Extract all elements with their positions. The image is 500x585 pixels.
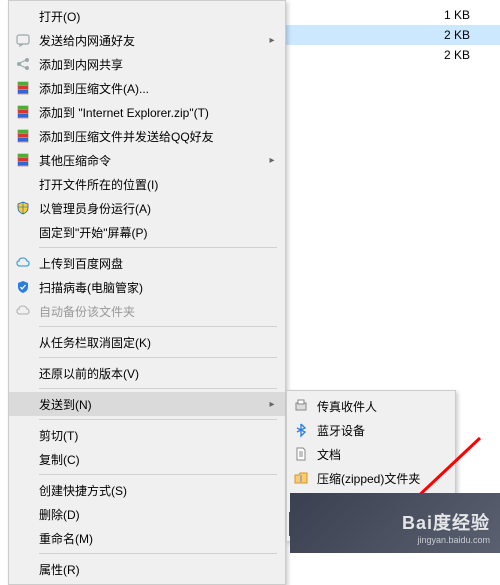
menu-label: 添加到压缩文件(A)... xyxy=(39,80,277,97)
submenu-label: 传真收件人 xyxy=(317,398,377,415)
menu-label: 还原以前的版本(V) xyxy=(39,365,277,382)
menu-send-to[interactable]: 发送到(N)▸ xyxy=(9,392,285,416)
menu-auto-backup: 自动备份该文件夹 xyxy=(9,299,285,323)
menu-copy[interactable]: 复制(C) xyxy=(9,447,285,471)
archive-icon xyxy=(13,150,33,170)
watermark: Bai度经验 jingyan.baidu.com xyxy=(402,509,490,545)
cloud-icon xyxy=(13,253,33,273)
cloud-icon xyxy=(13,301,33,321)
menu-label: 上传到百度网盘 xyxy=(39,255,277,272)
menu-separator xyxy=(39,247,277,248)
menu-label: 添加到 "Internet Explorer.zip"(T) xyxy=(39,104,277,121)
menu-open[interactable]: 打开(O) xyxy=(9,4,285,28)
menu-label: 其他压缩命令 xyxy=(39,152,267,169)
file-row[interactable]: 1 KB xyxy=(285,5,500,25)
menu-label: 添加到内网共享 xyxy=(39,56,277,73)
menu-label: 自动备份该文件夹 xyxy=(39,303,277,320)
menu-label: 从任务栏取消固定(K) xyxy=(39,334,277,351)
menu-send-lan[interactable]: 发送给内网通好友▸ xyxy=(9,28,285,52)
menu-add-lan[interactable]: 添加到内网共享 xyxy=(9,52,285,76)
submenu-fax[interactable]: 传真收件人 xyxy=(287,394,455,418)
chat-icon xyxy=(13,30,33,50)
menu-label: 发送到(N) xyxy=(39,396,267,413)
chevron-right-icon: ▸ xyxy=(267,399,277,410)
context-menu: 打开(O) 发送给内网通好友▸ 添加到内网共享 添加到压缩文件(A)... 添加… xyxy=(8,0,286,585)
menu-separator xyxy=(39,388,277,389)
watermark-sub: jingyan.baidu.com xyxy=(402,535,490,545)
menu-label: 以管理员身份运行(A) xyxy=(39,200,277,217)
menu-separator xyxy=(39,357,277,358)
file-size: 2 KB xyxy=(410,48,470,62)
submenu-label: 文档 xyxy=(317,446,341,463)
menu-separator xyxy=(39,474,277,475)
menu-label: 固定到"开始"屏幕(P) xyxy=(39,224,277,241)
bluetooth-icon xyxy=(291,420,311,440)
menu-label: 打开文件所在的位置(I) xyxy=(39,176,277,193)
menu-separator xyxy=(39,553,277,554)
menu-properties[interactable]: 属性(R) xyxy=(9,557,285,581)
archive-icon xyxy=(13,78,33,98)
menu-create-shortcut[interactable]: 创建快捷方式(S) xyxy=(9,478,285,502)
submenu-zipped[interactable]: 压缩(zipped)文件夹 xyxy=(287,466,455,490)
submenu-label: 压缩(zipped)文件夹 xyxy=(317,470,420,487)
shield-icon xyxy=(13,277,33,297)
menu-add-zip[interactable]: 添加到 "Internet Explorer.zip"(T) xyxy=(9,100,285,124)
menu-label: 删除(D) xyxy=(39,506,277,523)
menu-label: 创建快捷方式(S) xyxy=(39,482,277,499)
menu-open-location[interactable]: 打开文件所在的位置(I) xyxy=(9,172,285,196)
archive-icon xyxy=(13,126,33,146)
zip-folder-icon xyxy=(291,468,311,488)
menu-run-admin[interactable]: 以管理员身份运行(A) xyxy=(9,196,285,220)
menu-cut[interactable]: 剪切(T) xyxy=(9,423,285,447)
share-icon xyxy=(13,54,33,74)
menu-restore-prev[interactable]: 还原以前的版本(V) xyxy=(9,361,285,385)
menu-label: 复制(C) xyxy=(39,451,277,468)
file-list: 1 KB 2 KB 2 KB xyxy=(285,0,500,65)
menu-separator xyxy=(39,419,277,420)
menu-label: 添加到压缩文件并发送给QQ好友 xyxy=(39,128,277,145)
chevron-right-icon: ▸ xyxy=(267,35,277,46)
menu-pin-start[interactable]: 固定到"开始"屏幕(P) xyxy=(9,220,285,244)
menu-rename[interactable]: 重命名(M) xyxy=(9,526,285,550)
menu-add-send-qq[interactable]: 添加到压缩文件并发送给QQ好友 xyxy=(9,124,285,148)
submenu-label: 蓝牙设备 xyxy=(317,422,365,439)
menu-unpin-taskbar[interactable]: 从任务栏取消固定(K) xyxy=(9,330,285,354)
menu-add-archive[interactable]: 添加到压缩文件(A)... xyxy=(9,76,285,100)
menu-label: 剪切(T) xyxy=(39,427,277,444)
file-size: 2 KB xyxy=(410,28,470,42)
menu-label: 重命名(M) xyxy=(39,530,277,547)
menu-other-archive[interactable]: 其他压缩命令▸ xyxy=(9,148,285,172)
shield-icon xyxy=(13,198,33,218)
menu-upload-baidu[interactable]: 上传到百度网盘 xyxy=(9,251,285,275)
file-row[interactable]: 2 KB xyxy=(285,45,500,65)
file-size: 1 KB xyxy=(410,8,470,22)
submenu-bluetooth[interactable]: 蓝牙设备 xyxy=(287,418,455,442)
menu-label: 扫描病毒(电脑管家) xyxy=(39,279,277,296)
menu-label: 属性(R) xyxy=(39,561,277,578)
menu-label: 打开(O) xyxy=(39,8,277,25)
submenu-documents[interactable]: 文档 xyxy=(287,442,455,466)
archive-icon xyxy=(13,102,33,122)
menu-scan-virus[interactable]: 扫描病毒(电脑管家) xyxy=(9,275,285,299)
chevron-right-icon: ▸ xyxy=(267,155,277,166)
menu-label: 发送给内网通好友 xyxy=(39,32,267,49)
fax-icon xyxy=(291,396,311,416)
menu-separator xyxy=(39,326,277,327)
watermark-main: Bai度经验 xyxy=(402,509,490,535)
menu-delete[interactable]: 删除(D) xyxy=(9,502,285,526)
file-row[interactable]: 2 KB xyxy=(285,25,500,45)
document-icon xyxy=(291,444,311,464)
